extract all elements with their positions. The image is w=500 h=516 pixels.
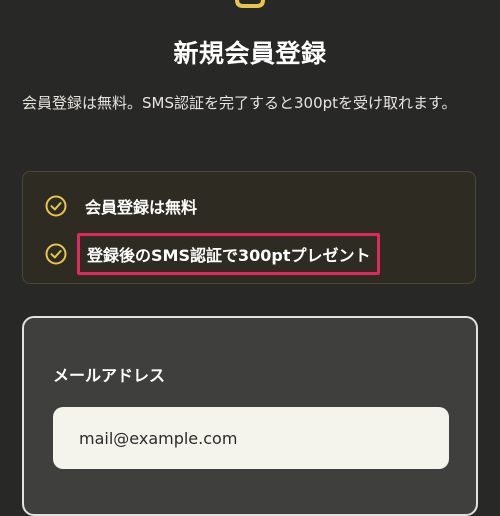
registration-form: メールアドレス (22, 316, 478, 516)
benefit-label: 会員登録は無料 (85, 198, 198, 217)
page-title: 新規会員登録 (173, 39, 327, 68)
email-label: メールアドレス (53, 366, 166, 385)
page-description: 会員登録は無料。SMS認証を完了すると300ptを受け取れます。 (22, 94, 457, 112)
benefit-label: 登録後のSMS認証で300ptプレゼント (87, 246, 371, 265)
email-field[interactable] (53, 407, 449, 469)
check-circle-icon (45, 195, 67, 217)
check-circle-icon (45, 243, 67, 265)
benefit-item: 会員登録は無料 (45, 194, 197, 218)
highlight-box: 登録後のSMS認証で300ptプレゼント (77, 233, 381, 275)
benefits-box: 会員登録は無料 登録後のSMS認証で300ptプレゼント (22, 171, 476, 284)
benefit-item: 登録後のSMS認証で300ptプレゼント (45, 233, 381, 275)
lock-icon (235, 0, 265, 8)
